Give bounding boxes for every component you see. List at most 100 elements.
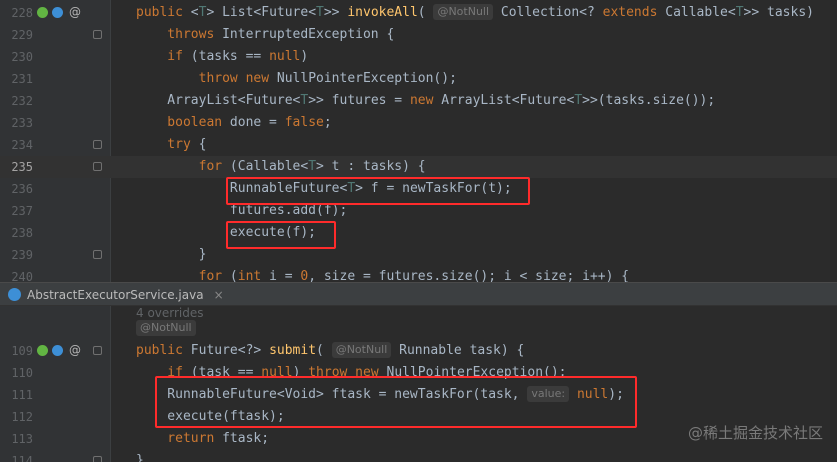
line-number[interactable]: 113 <box>0 428 33 450</box>
code-line[interactable]: 232 ArrayList<Future<T>> futures = new A… <box>0 90 837 112</box>
line-number[interactable]: 234 <box>0 134 33 156</box>
line-number[interactable]: 238 <box>0 222 33 244</box>
code-token: for <box>136 159 230 174</box>
line-number[interactable]: 110 <box>0 362 33 384</box>
annotation-icon[interactable]: @ <box>69 342 81 358</box>
code-line[interactable]: 235 for (Callable<T> t : tasks) { <box>0 156 837 178</box>
code-line[interactable]: 239 } <box>0 244 837 266</box>
fold-marker-icon[interactable] <box>93 162 102 171</box>
line-number[interactable]: 114 <box>0 450 33 462</box>
code-token: throw new <box>136 71 277 86</box>
fold-marker-icon[interactable] <box>93 140 102 149</box>
code-token: >> tasks) <box>743 5 814 20</box>
code-line[interactable]: 238 execute(f); <box>0 222 837 244</box>
fold-marker-icon[interactable] <box>93 346 102 355</box>
code-token: >> futures = <box>308 93 410 108</box>
code-token: T <box>308 159 317 174</box>
code-token: public <box>136 5 191 20</box>
override-icon[interactable] <box>52 345 63 356</box>
code-token: < <box>190 5 199 20</box>
code-text[interactable]: for (Callable<T> t : tasks) { <box>136 156 426 178</box>
code-token: futures.add(f); <box>136 203 348 218</box>
code-token: ; <box>323 115 332 130</box>
code-token: >> <box>323 5 348 20</box>
code-text[interactable]: throw new NullPointerException(); <box>136 68 457 90</box>
code-line[interactable]: 109 @ public Future<?> submit( @NotNull Ru… <box>0 340 837 362</box>
tab-abstract-executor-service[interactable]: AbstractExecutorService.java × <box>8 285 224 305</box>
line-number[interactable]: 235 <box>0 156 33 178</box>
close-icon[interactable]: × <box>214 288 224 302</box>
editor-tab-bar: AbstractExecutorService.java × <box>0 282 837 306</box>
line-number[interactable]: 230 <box>0 46 33 68</box>
highlight-box-newtaskfor <box>226 177 530 205</box>
code-line[interactable]: 229 throws InterruptedException { <box>0 24 837 46</box>
code-text[interactable]: @NotNull <box>136 318 196 340</box>
code-token: Future<?> <box>190 343 270 358</box>
implements-icon[interactable] <box>37 345 48 356</box>
editor-pane-top[interactable]: 228 @ public <T> List<Future<T>> invokeAll… <box>0 0 837 282</box>
code-text[interactable]: public <T> List<Future<T>> invokeAll( @N… <box>136 2 814 24</box>
watermark: @稀土掘金技术社区 <box>687 424 823 442</box>
code-token: ArrayList<Future< <box>441 93 575 108</box>
code-token: boolean <box>136 115 230 130</box>
code-line[interactable]: @NotNull <box>0 318 837 340</box>
code-line[interactable]: 234 try { <box>0 134 837 156</box>
code-line[interactable]: 240 for (int i = 0, size = futures.size(… <box>0 266 837 282</box>
line-number[interactable]: 237 <box>0 200 33 222</box>
code-text[interactable]: public Future<?> submit( @NotNull Runnab… <box>136 340 524 362</box>
code-text[interactable]: try { <box>136 134 206 156</box>
line-number[interactable]: 228 <box>0 2 33 24</box>
line-number[interactable]: 240 <box>0 266 33 282</box>
code-text[interactable]: return ftask; <box>136 428 269 450</box>
line-number[interactable]: 231 <box>0 68 33 90</box>
line-number[interactable]: 229 <box>0 24 33 46</box>
override-icon[interactable] <box>52 7 63 18</box>
code-line[interactable]: 228 @ public <T> List<Future<T>> invokeAll… <box>0 2 837 24</box>
code-text[interactable]: throws InterruptedException { <box>136 24 394 46</box>
code-text[interactable]: boolean done = false; <box>136 112 332 134</box>
line-number[interactable]: 232 <box>0 90 33 112</box>
highlight-box-submit-body <box>155 376 637 428</box>
code-line[interactable]: 114} <box>0 450 837 462</box>
code-line[interactable]: 233 boolean done = false; <box>0 112 837 134</box>
code-text[interactable]: ArrayList<Future<T>> futures = new Array… <box>136 90 715 112</box>
code-token: false <box>284 115 324 130</box>
annotation-icon[interactable]: @ <box>69 4 81 20</box>
code-token: ( <box>417 5 434 20</box>
code-token: new <box>409 93 442 108</box>
line-number[interactable]: 239 <box>0 244 33 266</box>
code-text[interactable]: } <box>136 244 207 266</box>
implements-icon[interactable] <box>37 7 48 18</box>
fold-marker-icon[interactable] <box>93 250 102 259</box>
line-number[interactable]: 233 <box>0 112 33 134</box>
code-token: public <box>136 343 191 358</box>
code-token: try <box>136 137 199 152</box>
highlight-box-execute <box>226 221 336 249</box>
line-number[interactable]: 112 <box>0 406 33 428</box>
code-token: i = <box>269 269 301 282</box>
inlay-hint: @NotNull <box>433 4 494 20</box>
fold-marker-icon[interactable] <box>93 30 102 39</box>
inlay-hint: @NotNull <box>136 320 196 336</box>
code-text[interactable]: for (int i = 0, size = futures.size(); i… <box>136 266 630 282</box>
code-line[interactable]: 231 throw new NullPointerException(); <box>0 68 837 90</box>
code-token: (Callable< <box>229 159 309 174</box>
line-number[interactable]: 111 <box>0 384 33 406</box>
code-token: done = <box>229 115 285 130</box>
code-text[interactable]: if (tasks == null) <box>136 46 308 68</box>
code-token: T <box>316 5 324 20</box>
code-text[interactable]: } <box>136 450 144 462</box>
code-token: ( <box>316 343 332 358</box>
line-number[interactable]: 236 <box>0 178 33 200</box>
code-token: ) <box>300 49 309 64</box>
code-token: submit <box>269 343 317 358</box>
code-line[interactable]: 230 if (tasks == null) <box>0 46 837 68</box>
code-token: (tasks == <box>190 49 270 64</box>
code-token: throws <box>136 27 223 42</box>
code-token: for <box>136 269 230 282</box>
tab-filename: AbstractExecutorService.java <box>27 288 204 302</box>
line-number[interactable]: 109 <box>0 340 33 362</box>
code-token: T <box>735 5 744 20</box>
fold-marker-icon[interactable] <box>93 456 102 462</box>
code-token: { <box>198 137 207 152</box>
